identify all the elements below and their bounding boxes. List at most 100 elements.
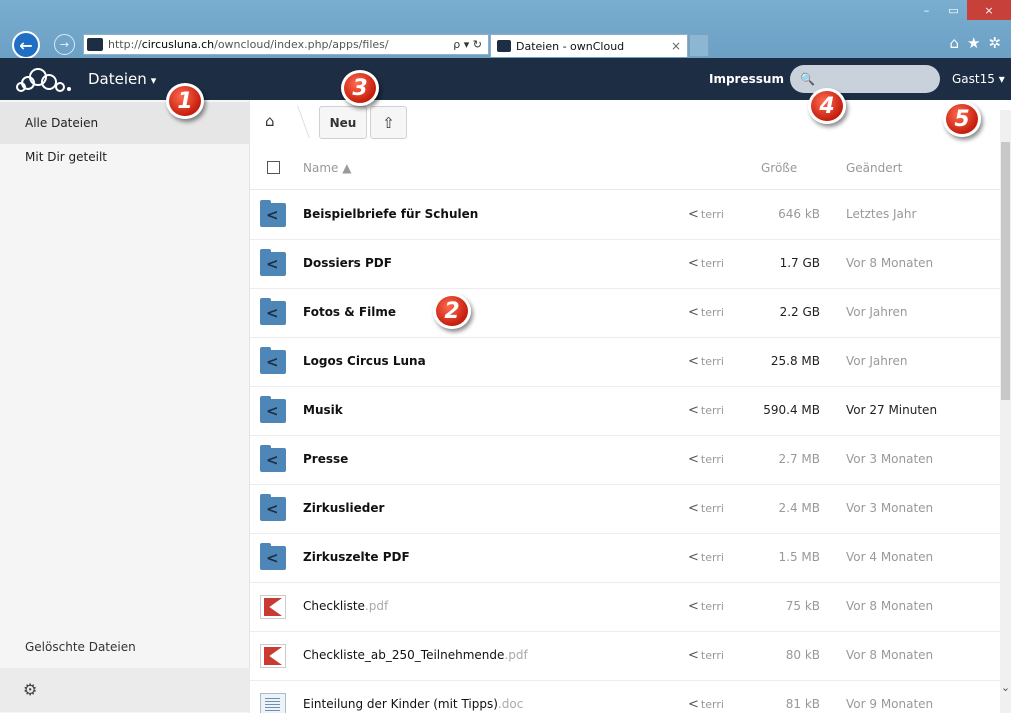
share-action[interactable]: < terri bbox=[688, 550, 724, 565]
share-action[interactable]: < terri bbox=[688, 305, 724, 320]
share-action[interactable]: < terri bbox=[688, 648, 724, 663]
share-action[interactable]: < terri bbox=[688, 452, 724, 467]
file-extension: .pdf bbox=[504, 648, 528, 662]
file-basename: Presse bbox=[303, 452, 349, 466]
file-row[interactable]: Checkliste.pdf < terri 75 kB Vor 8 Monaten bbox=[250, 583, 1000, 632]
scrollbar[interactable] bbox=[1000, 110, 1011, 713]
file-name[interactable]: Musik bbox=[303, 403, 343, 417]
share-action[interactable]: < terri bbox=[688, 403, 724, 418]
file-basename: Logos Circus Luna bbox=[303, 354, 426, 368]
close-window-button[interactable]: × bbox=[967, 0, 1011, 20]
impressum-link[interactable]: Impressum bbox=[709, 72, 784, 86]
file-size: 1.7 GB bbox=[779, 256, 820, 270]
file-modified: Vor 27 Minuten bbox=[846, 403, 938, 417]
pdf-file-icon bbox=[260, 595, 286, 619]
file-name[interactable]: Beispielbriefe für Schulen bbox=[303, 207, 478, 221]
settings-gear-icon[interactable]: ✲ bbox=[988, 34, 1001, 52]
home-icon[interactable]: ⌂ bbox=[949, 34, 959, 52]
tab-close-icon[interactable]: × bbox=[671, 39, 687, 53]
file-basename: Einteilung der Kinder (mit Tipps) bbox=[303, 697, 498, 711]
file-row[interactable]: < Logos Circus Luna < terri 25.8 MB Vor Jahre… bbox=[250, 338, 1000, 387]
shared-folder-icon: < bbox=[260, 347, 286, 374]
new-tab-button[interactable] bbox=[689, 34, 709, 57]
scroll-down-chevron-icon[interactable]: ⌄ bbox=[1000, 681, 1011, 695]
user-menu[interactable]: Gast15 ▾ bbox=[952, 72, 1005, 86]
upload-button[interactable]: ⇧ bbox=[370, 106, 407, 139]
file-row[interactable]: < Fotos & Filme < terri 2.2 GB Vor Jahren bbox=[250, 289, 1000, 338]
file-row[interactable]: Einteilung der Kinder (mit Tipps).doc < te… bbox=[250, 681, 1000, 713]
file-row[interactable]: < Zirkuszelte PDF < terri 1.5 MB Vor 4 Monate… bbox=[250, 534, 1000, 583]
shared-folder-icon: < bbox=[260, 543, 286, 570]
new-button[interactable]: Neu bbox=[319, 106, 367, 139]
share-action[interactable]: < terri bbox=[688, 207, 724, 222]
maximize-button[interactable]: ▭ bbox=[940, 0, 967, 20]
file-basename: Checkliste_ab_250_Teilnehmende bbox=[303, 648, 505, 662]
favorites-star-icon[interactable]: ★ bbox=[967, 34, 980, 52]
shared-folder-icon: < bbox=[260, 494, 286, 521]
share-action[interactable]: < terri bbox=[688, 256, 724, 271]
file-size: 81 kB bbox=[785, 697, 820, 711]
share-symbol-icon: < bbox=[266, 255, 279, 273]
share-action[interactable]: < terri bbox=[688, 354, 724, 369]
file-row[interactable]: < Presse < terri 2.7 MB Vor 3 Monaten bbox=[250, 436, 1000, 485]
share-symbol-icon: < bbox=[266, 206, 279, 224]
sidebar-item-deleted-files[interactable]: Gelöschte Dateien bbox=[25, 640, 136, 654]
file-modified: Vor 8 Monaten bbox=[846, 648, 934, 662]
file-name[interactable]: Zirkuslieder bbox=[303, 501, 384, 515]
app-menu-button[interactable]: Dateien ▾ bbox=[88, 70, 156, 88]
file-name[interactable]: Zirkuszelte PDF bbox=[303, 550, 410, 564]
search-input[interactable]: 🔍 bbox=[790, 65, 940, 93]
url-prefix: http:// bbox=[108, 38, 142, 51]
tab-owncloud-icon bbox=[497, 40, 511, 52]
file-name[interactable]: Checkliste.pdf bbox=[303, 599, 388, 613]
file-row[interactable]: < Dossiers PDF < terri 1.7 GB Vor 8 Monaten bbox=[250, 240, 1000, 289]
sidebar-item-shared-with-you[interactable]: Mit Dir geteilt bbox=[0, 142, 250, 172]
file-name[interactable]: Logos Circus Luna bbox=[303, 354, 426, 368]
sidebar-item-all-files[interactable]: Alle Dateien bbox=[0, 102, 250, 144]
column-header-name[interactable]: Name ▲ bbox=[303, 161, 351, 175]
column-header-size[interactable]: Größe bbox=[761, 161, 797, 175]
file-name[interactable]: Checkliste_ab_250_Teilnehmende.pdf bbox=[303, 648, 528, 662]
share-action[interactable]: < terri bbox=[688, 599, 724, 614]
file-modified: Letztes Jahr bbox=[846, 207, 917, 221]
file-name[interactable]: Fotos & Filme bbox=[303, 305, 396, 319]
file-modified: Vor 8 Monaten bbox=[846, 599, 934, 613]
settings-button[interactable]: ⚙ bbox=[0, 668, 250, 712]
file-row[interactable]: < Beispielbriefe für Schulen < terri 646 kB L… bbox=[250, 191, 1000, 240]
chevron-down-icon: ▾ bbox=[150, 74, 157, 87]
search-icon: 🔍 bbox=[800, 72, 815, 86]
forward-button[interactable]: → bbox=[54, 34, 75, 55]
share-icon: < bbox=[688, 697, 699, 712]
callout-badge-3: 3 bbox=[341, 70, 379, 106]
file-name[interactable]: Einteilung der Kinder (mit Tipps).doc bbox=[303, 697, 523, 711]
minimize-button[interactable]: – bbox=[913, 0, 940, 20]
share-action[interactable]: < terri bbox=[688, 501, 724, 516]
arrow-right-icon: → bbox=[59, 38, 70, 51]
back-button[interactable]: ← bbox=[12, 31, 40, 59]
scrollbar-thumb[interactable] bbox=[1001, 142, 1010, 400]
shared-folder-icon: < bbox=[260, 445, 286, 472]
sidebar: Alle Dateien Mit Dir geteilt Gelöschte D… bbox=[0, 100, 250, 713]
file-modified: Vor 3 Monaten bbox=[846, 501, 934, 515]
owncloud-logo-icon[interactable] bbox=[16, 65, 74, 93]
address-bar[interactable]: http://circusluna.ch/owncloud/index.php/… bbox=[83, 34, 489, 55]
address-search-refresh-icons[interactable]: ρ ▾ ↻ bbox=[453, 38, 488, 51]
url-host: circusluna.ch bbox=[141, 38, 215, 51]
file-row[interactable]: < Musik < terri 590.4 MB Vor 27 Minuten bbox=[250, 387, 1000, 436]
share-action[interactable]: < terri bbox=[688, 697, 724, 712]
sidebar-item-label: Alle Dateien bbox=[25, 116, 99, 130]
file-name[interactable]: Presse bbox=[303, 452, 348, 466]
select-all-checkbox[interactable] bbox=[267, 161, 280, 174]
file-name[interactable]: Dossiers PDF bbox=[303, 256, 392, 270]
share-icon: < bbox=[688, 256, 699, 271]
address-url[interactable]: http://circusluna.ch/owncloud/index.php/… bbox=[108, 38, 453, 51]
upload-icon: ⇧ bbox=[382, 113, 395, 132]
browser-tab-active[interactable]: Dateien - ownCloud × bbox=[490, 34, 688, 57]
file-basename: Dossiers PDF bbox=[303, 256, 392, 270]
breadcrumb-home-icon[interactable]: ⌂ bbox=[265, 112, 275, 130]
file-basename: Beispielbriefe für Schulen bbox=[303, 207, 479, 221]
file-row[interactable]: < Zirkuslieder < terri 2.4 MB Vor 3 Monaten bbox=[250, 485, 1000, 534]
file-row[interactable]: Checkliste_ab_250_Teilnehmende.pdf < terri… bbox=[250, 632, 1000, 681]
column-header-modified[interactable]: Geändert bbox=[846, 161, 902, 175]
file-basename: Zirkuslieder bbox=[303, 501, 385, 515]
